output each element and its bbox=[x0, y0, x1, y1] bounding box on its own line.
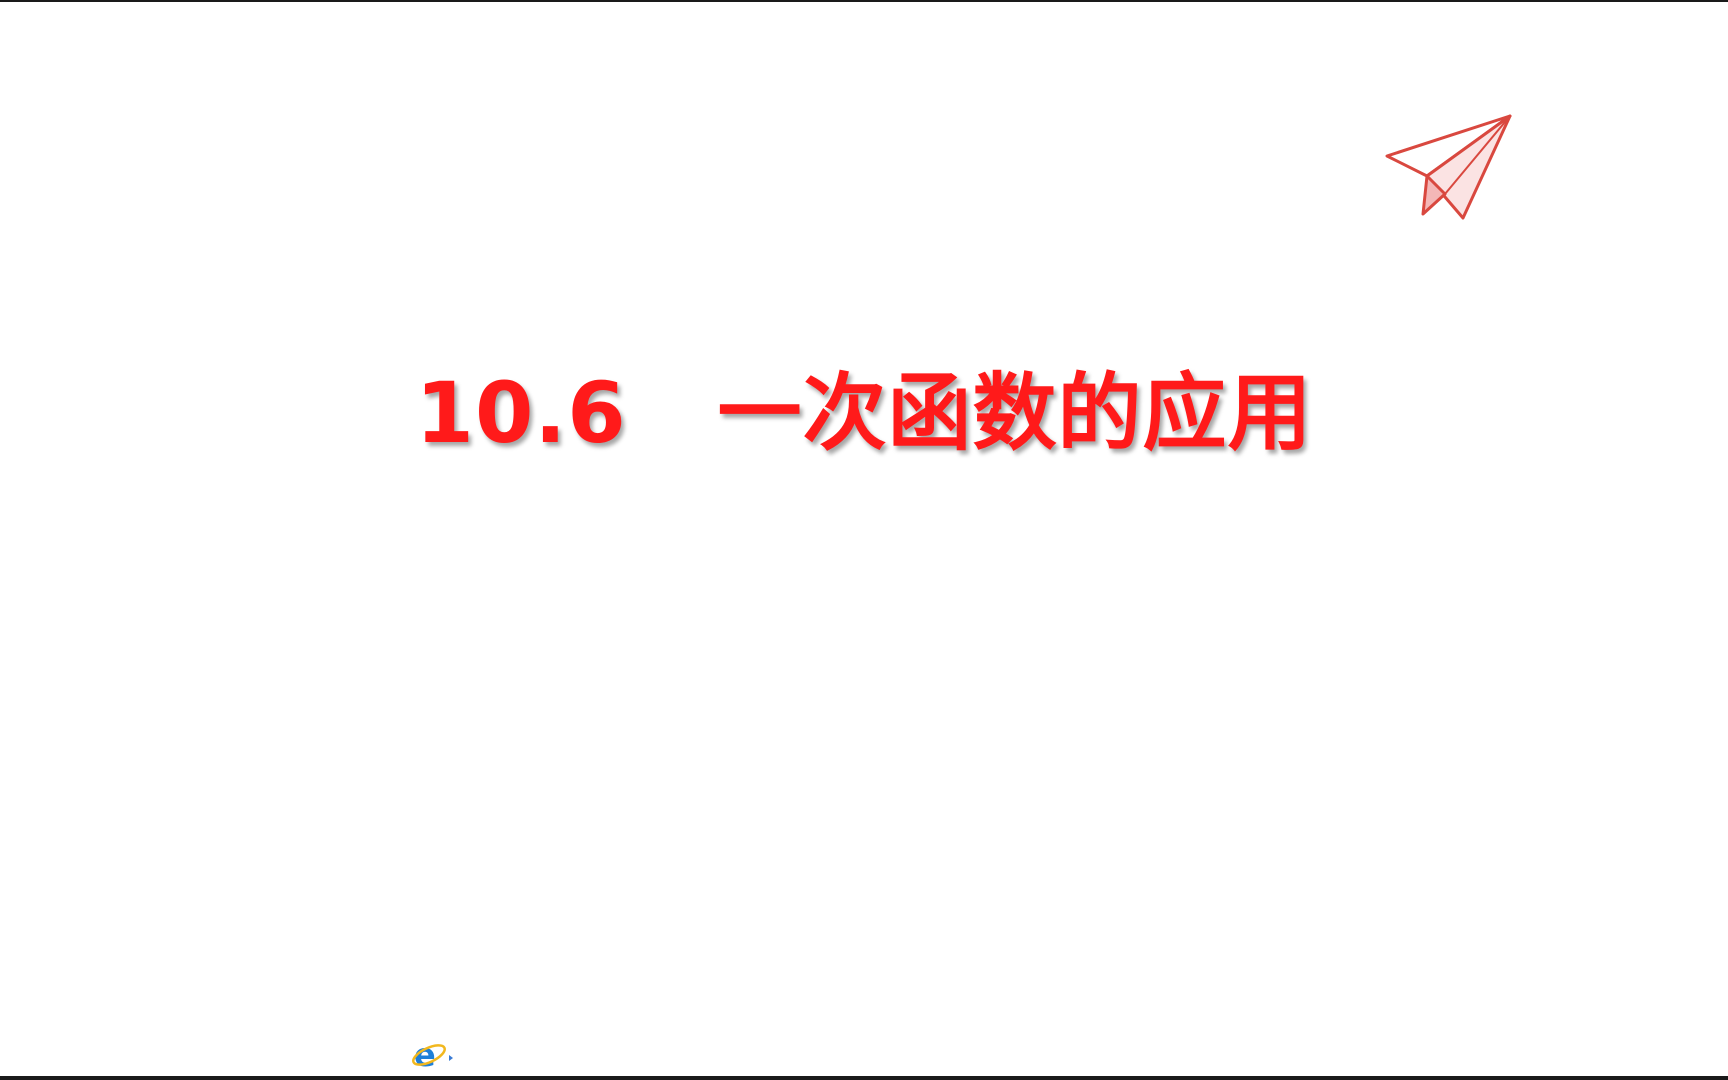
paper-plane-icon bbox=[1385, 114, 1512, 220]
slide-title: 10.6 一次函数的应用 bbox=[415, 364, 1313, 462]
presentation-screen: 10.6 一次函数的应用 e bbox=[0, 0, 1728, 1080]
bottom-border bbox=[0, 1076, 1728, 1080]
slide-canvas: 10.6 一次函数的应用 bbox=[0, 2, 1728, 1076]
internet-explorer-icon[interactable]: e bbox=[412, 1036, 454, 1072]
